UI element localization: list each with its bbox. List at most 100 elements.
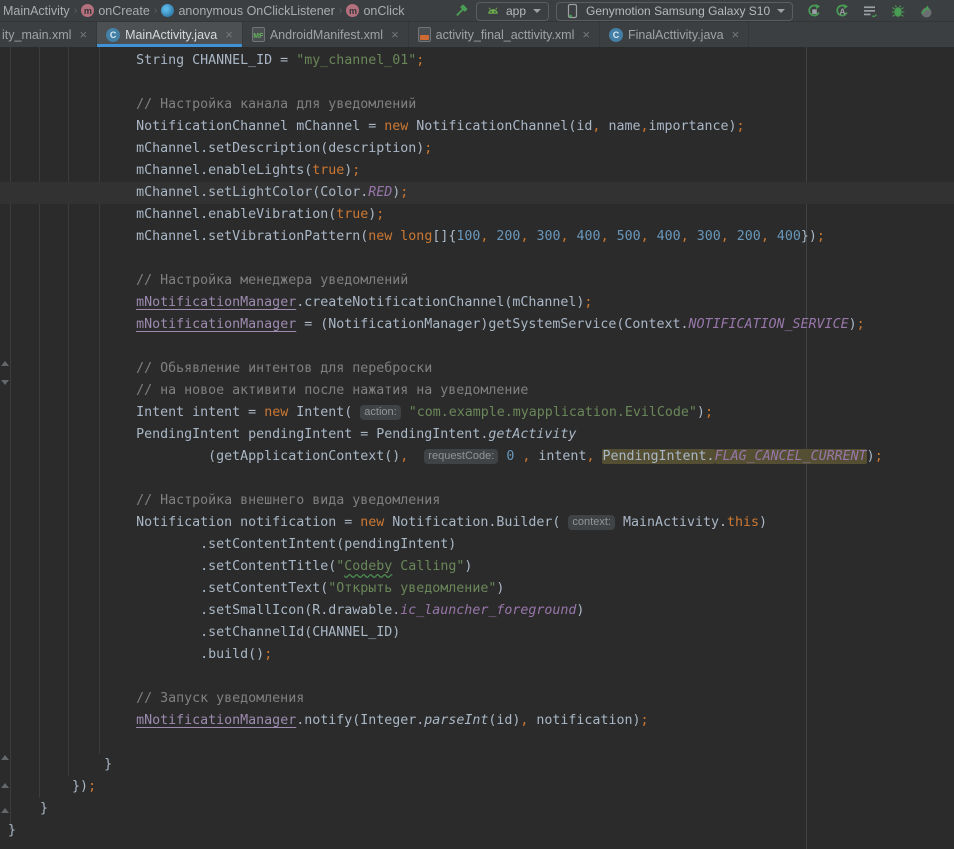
code-line[interactable]: // Настройка внешнего вида уведомления (0, 490, 954, 512)
code-token: NotificationChannel mChannel = (8, 119, 384, 134)
code-line[interactable]: mNotificationManager = (NotificationMana… (0, 314, 954, 336)
run-configurations-list-icon[interactable] (861, 3, 878, 20)
debug-bug-icon[interactable] (889, 3, 906, 20)
code-line[interactable]: .build(); (0, 644, 954, 666)
code-token: intent (530, 449, 586, 464)
code-token: ; (400, 185, 408, 200)
code-line[interactable]: .setContentTitle("Codeby Calling") (0, 556, 954, 578)
code-line[interactable]: } (0, 798, 954, 820)
tab-close-icon[interactable]: × (79, 28, 87, 41)
code-token: .setContentText( (8, 581, 328, 596)
code-token: = (NotificationManager)getSystemService(… (296, 317, 688, 332)
run-restart-activity-icon[interactable] (805, 3, 822, 20)
tab-label: AndroidManifest.xml (270, 28, 383, 42)
code-line[interactable]: mChannel.setVibrationPattern(new long[]{… (0, 226, 954, 248)
tab-close-icon[interactable]: × (225, 28, 233, 41)
tab-label: activity_final_acttivity.xml (436, 28, 575, 42)
code-token: NotificationChannel(id (408, 119, 592, 134)
code-token (8, 713, 136, 728)
apply-code-changes-icon[interactable]: A (833, 3, 850, 20)
tab-ity-main-xml[interactable]: ity_main.xml × (0, 22, 97, 47)
code-line[interactable]: mChannel.setLightColor(Color.RED); (0, 182, 954, 204)
breadcrumb-item[interactable]: monClick (346, 4, 404, 18)
tab-activity-final-acttivity-xml[interactable]: activity_final_acttivity.xml × (409, 22, 600, 47)
tab-label: ity_main.xml (2, 28, 71, 42)
code-token (8, 317, 136, 332)
profile-app-icon[interactable] (917, 3, 934, 20)
code-line[interactable] (0, 336, 954, 358)
code-token: importance) (648, 119, 736, 134)
method-icon: m (346, 4, 359, 17)
code-line[interactable]: .setSmallIcon(R.drawable.ic_launcher_for… (0, 600, 954, 622)
code-token (689, 229, 697, 244)
tab-close-icon[interactable]: × (391, 28, 399, 41)
code-line[interactable]: }); (0, 776, 954, 798)
breadcrumb-item[interactable]: MainActivity (3, 4, 70, 18)
code-token: mChannel.setDescription(description) (8, 141, 424, 156)
code-line[interactable]: // Настройка канала для уведомлений (0, 94, 954, 116)
code-token: ; (640, 713, 648, 728)
tab-androidmanifest-xml[interactable]: MFAndroidManifest.xml× (243, 22, 409, 47)
code-area[interactable]: String CHANNEL_ID = "my_channel_01"; // … (0, 47, 954, 842)
code-token: name (600, 119, 640, 134)
code-token: 300 (536, 229, 560, 244)
code-line[interactable]: // Обьявление интентов для переброски (0, 358, 954, 380)
breadcrumb-label: anonymous OnClickListener (178, 4, 334, 18)
code-line[interactable]: // Запуск уведомления (0, 688, 954, 710)
build-hammer-icon[interactable] (452, 3, 469, 20)
code-line[interactable] (0, 666, 954, 688)
tab-finalacttivity-java[interactable]: CFinalActtivity.java× (600, 22, 749, 47)
code-line[interactable]: Intent intent = new Intent( action: "com… (0, 402, 954, 424)
code-line[interactable]: // Настройка менеджера уведомлений (0, 270, 954, 292)
tab-close-icon[interactable]: × (582, 28, 590, 41)
param-hint-chip: action: (360, 405, 400, 420)
code-line[interactable]: NotificationChannel mChannel = new Notif… (0, 116, 954, 138)
app-module-selector[interactable]: app (476, 2, 549, 21)
code-line[interactable]: mChannel.setDescription(description); (0, 138, 954, 160)
code-line[interactable]: String CHANNEL_ID = "my_channel_01"; (0, 50, 954, 72)
code-line[interactable]: } (0, 820, 954, 842)
code-token: ; (817, 229, 825, 244)
breadcrumb-item[interactable]: anonymous OnClickListener (161, 4, 334, 18)
code-line[interactable]: .setContentIntent(pendingIntent) (0, 534, 954, 556)
code-token: new (264, 405, 288, 420)
code-line[interactable]: (getApplicationContext(), requestCode: 0… (0, 446, 954, 468)
breadcrumb-item[interactable]: monCreate (81, 4, 149, 18)
code-token: PendingIntent pendingIntent = PendingInt… (8, 427, 488, 442)
code-line[interactable]: mNotificationManager.notify(Integer.pars… (0, 710, 954, 732)
code-line[interactable]: mChannel.enableVibration(true); (0, 204, 954, 226)
code-line[interactable]: Notification notification = new Notifica… (0, 512, 954, 534)
tab-mainactivity-java[interactable]: CMainActivity.java× (97, 22, 243, 47)
code-line[interactable] (0, 468, 954, 490)
code-token: , (761, 229, 769, 244)
code-token: // Обьявление интентов для переброски (8, 361, 432, 376)
code-line[interactable]: PendingIntent pendingIntent = PendingInt… (0, 424, 954, 446)
code-token: (id) (488, 713, 520, 728)
code-token: , (561, 229, 569, 244)
code-line[interactable]: .setChannelId(CHANNEL_ID) (0, 622, 954, 644)
tab-label: MainActivity.java (125, 28, 217, 42)
code-line[interactable]: } (0, 754, 954, 776)
code-line[interactable]: .setContentText("Открыть уведомление") (0, 578, 954, 600)
code-token: ; (264, 647, 272, 662)
device-selector[interactable]: Genymotion Samsung Galaxy S10 (556, 2, 793, 21)
code-editor[interactable]: String CHANNEL_ID = "my_channel_01"; // … (0, 47, 954, 849)
code-line[interactable]: mNotificationManager.createNotificationC… (0, 292, 954, 314)
code-line[interactable] (0, 72, 954, 94)
code-token: , (601, 229, 609, 244)
code-token: parseInt (424, 713, 488, 728)
code-token: } (8, 757, 112, 772)
code-token: mChannel.enableVibration( (8, 207, 336, 222)
code-token: ; (88, 779, 96, 794)
tab-close-icon[interactable]: × (732, 28, 740, 41)
code-line[interactable] (0, 248, 954, 270)
breadcrumbs: MainActivity›monCreate›anonymous OnClick… (0, 4, 404, 18)
code-line[interactable] (0, 732, 954, 754)
code-token: new (384, 119, 408, 134)
code-line[interactable]: // на новое активити после нажатия на ув… (0, 380, 954, 402)
android-icon (484, 3, 501, 20)
code-token: 500 (617, 229, 641, 244)
code-token: ; (875, 449, 883, 464)
code-token: .setChannelId(CHANNEL_ID) (8, 625, 400, 640)
code-line[interactable]: mChannel.enableLights(true); (0, 160, 954, 182)
